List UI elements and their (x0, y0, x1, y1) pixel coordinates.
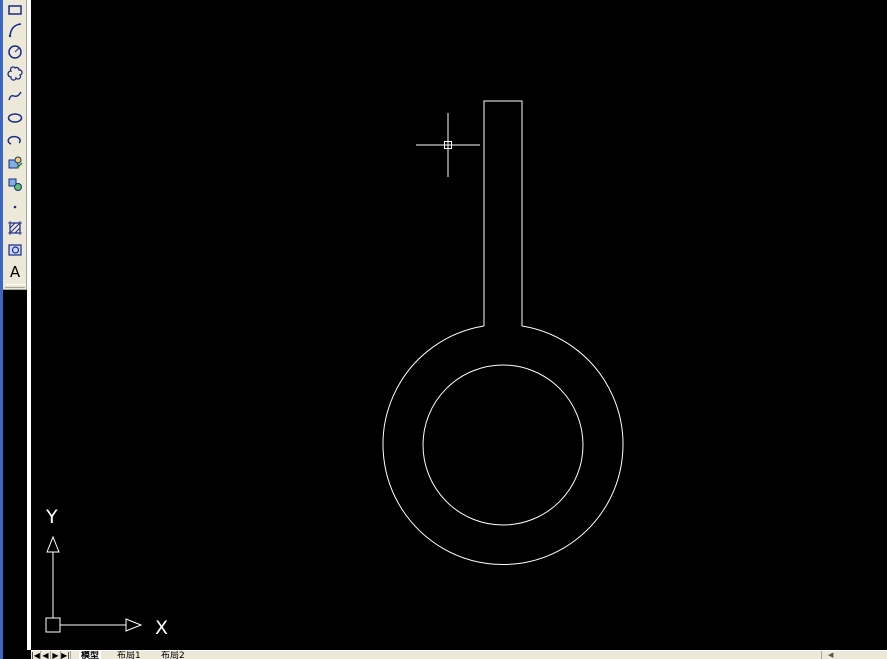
insert-block-tool-button[interactable] (4, 152, 26, 172)
spline-tool-button[interactable] (4, 86, 26, 106)
hatch-tool-button[interactable] (4, 218, 26, 238)
drawing-canvas[interactable]: Y X (31, 0, 887, 650)
arc-tool-button[interactable] (4, 20, 26, 40)
insert-block-icon (8, 156, 23, 169)
draw-toolbar: A (3, 0, 27, 290)
ucs-y-label: Y (45, 506, 58, 528)
ellipse-icon (7, 113, 23, 123)
handle-outline[interactable] (483, 100, 523, 326)
outer-ring-arc[interactable] (382, 325, 624, 565)
first-tab-button[interactable]: |◀ (31, 651, 41, 659)
model-space: Y X (45, 100, 624, 639)
revision-cloud-tool-button[interactable] (4, 63, 26, 83)
rectangle-icon (8, 5, 22, 15)
next-tab-button[interactable]: ▶ (51, 651, 61, 659)
spline-icon (8, 91, 22, 101)
point-tool-button[interactable] (4, 196, 26, 216)
arc-icon (8, 23, 22, 38)
tab-model[interactable]: 模型 (79, 651, 102, 659)
tab-layout1[interactable]: 布局1 (115, 651, 143, 659)
ucs-icon: Y X (45, 506, 168, 639)
hatch-icon (8, 221, 22, 235)
inner-circle[interactable] (422, 364, 584, 526)
circle-icon (8, 45, 22, 59)
point-icon (13, 205, 17, 209)
circle-tool-button[interactable] (4, 42, 26, 62)
horizontal-scrollbar[interactable]: ◀ (821, 651, 887, 659)
ucs-x-label: X (155, 617, 168, 639)
last-tab-button[interactable]: ▶| (61, 651, 71, 659)
multiline-text-tool-button[interactable]: A (4, 262, 26, 282)
tab-layout2[interactable]: 布局2 (159, 651, 187, 659)
make-block-icon (8, 178, 22, 191)
region-tool-button[interactable] (4, 240, 26, 260)
ellipse-tool-button[interactable] (4, 108, 26, 128)
layout-tab-bar: |◀ ◀ ▶ ▶| 模型 布局1 布局2 ◀ (31, 650, 887, 659)
toolbar-grip[interactable] (5, 284, 25, 288)
multiline-text-icon: A (9, 263, 21, 281)
prev-tab-button[interactable]: ◀ (41, 651, 51, 659)
make-block-tool-button[interactable] (4, 174, 26, 194)
ellipse-arc-tool-button[interactable] (4, 130, 26, 150)
ellipse-arc-icon (7, 135, 21, 145)
crosshair-cursor (416, 113, 480, 177)
revision-cloud-icon (7, 66, 23, 81)
rectangle-tool-button[interactable] (4, 0, 26, 20)
region-icon (8, 244, 22, 256)
